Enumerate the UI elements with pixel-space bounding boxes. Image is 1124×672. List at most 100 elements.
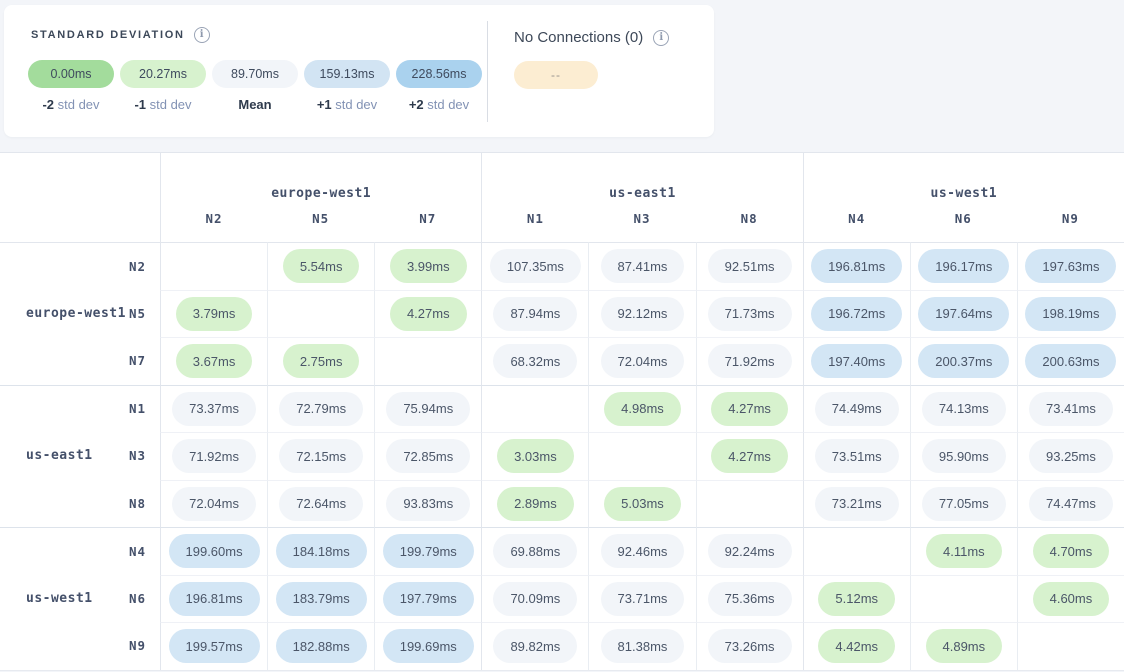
info-icon[interactable] xyxy=(653,30,669,46)
latency-pill[interactable]: 92.51ms xyxy=(708,249,792,283)
latency-pill[interactable]: 72.04ms xyxy=(601,344,685,378)
latency-pill[interactable]: 5.12ms xyxy=(818,582,895,616)
latency-pill[interactable]: 4.89ms xyxy=(926,629,1003,663)
latency-pill[interactable]: 196.81ms xyxy=(169,582,260,616)
latency-pill[interactable]: 73.71ms xyxy=(601,582,685,616)
latency-cell: 74.13ms xyxy=(910,385,1017,433)
latency-pill[interactable]: 92.12ms xyxy=(601,297,685,331)
region-row-label: europe-west1 xyxy=(26,306,126,321)
latency-pill[interactable]: 2.75ms xyxy=(283,344,360,378)
latency-pill[interactable]: 75.36ms xyxy=(708,582,792,616)
latency-pill[interactable]: 72.79ms xyxy=(279,392,363,426)
latency-pill[interactable]: 196.17ms xyxy=(918,249,1009,283)
latency-cell: 95.90ms xyxy=(910,432,1017,480)
latency-pill[interactable]: 200.37ms xyxy=(918,344,1009,378)
latency-pill[interactable]: 89.82ms xyxy=(493,629,577,663)
node-col-header: N7 xyxy=(374,211,481,242)
latency-pill[interactable]: 93.25ms xyxy=(1029,439,1113,473)
latency-pill[interactable]: 73.41ms xyxy=(1029,392,1113,426)
latency-cell xyxy=(374,337,481,385)
latency-pill[interactable]: 199.79ms xyxy=(383,534,474,568)
latency-pill[interactable]: 74.13ms xyxy=(922,392,1006,426)
latency-pill[interactable]: 72.64ms xyxy=(279,487,363,521)
latency-pill[interactable]: 200.63ms xyxy=(1025,344,1116,378)
latency-pill[interactable]: 4.42ms xyxy=(818,629,895,663)
latency-pill[interactable]: 92.46ms xyxy=(601,534,685,568)
latency-pill[interactable]: 92.24ms xyxy=(708,534,792,568)
latency-cell: 71.92ms xyxy=(160,432,267,480)
node-col-header: N8 xyxy=(696,211,803,242)
latency-pill[interactable]: 4.60ms xyxy=(1033,582,1110,616)
legend-label: -2 std dev xyxy=(28,97,114,112)
latency-pill[interactable]: 74.47ms xyxy=(1029,487,1113,521)
latency-pill[interactable]: 197.40ms xyxy=(811,344,902,378)
latency-pill[interactable]: 4.27ms xyxy=(711,439,788,473)
latency-pill[interactable]: 77.05ms xyxy=(922,487,1006,521)
latency-pill[interactable]: 197.64ms xyxy=(918,297,1009,331)
latency-pill[interactable]: 197.79ms xyxy=(383,582,474,616)
latency-pill[interactable]: 199.69ms xyxy=(383,629,474,663)
latency-pill[interactable]: 69.88ms xyxy=(493,534,577,568)
latency-pill[interactable]: 4.11ms xyxy=(926,534,1002,568)
latency-pill[interactable]: 3.99ms xyxy=(390,249,467,283)
node-col-header: N9 xyxy=(1017,211,1124,242)
latency-pill[interactable]: 183.79ms xyxy=(276,582,367,616)
latency-pill[interactable]: 182.88ms xyxy=(276,629,367,663)
latency-cell: 183.79ms xyxy=(267,575,374,623)
latency-pill[interactable]: 199.60ms xyxy=(169,534,260,568)
latency-pill[interactable]: 87.41ms xyxy=(601,249,685,283)
latency-pill[interactable]: 95.90ms xyxy=(922,439,1006,473)
row-label: europe-west1N5 xyxy=(0,290,160,338)
latency-cell: 4.98ms xyxy=(588,385,695,433)
latency-cell: 77.05ms xyxy=(910,480,1017,528)
latency-pill[interactable]: 72.85ms xyxy=(386,439,470,473)
latency-pill[interactable]: 3.79ms xyxy=(176,297,253,331)
node-row-label: N9 xyxy=(129,638,146,653)
info-icon[interactable] xyxy=(194,27,210,43)
latency-pill[interactable]: 4.27ms xyxy=(390,297,467,331)
row-label: us-east1N3 xyxy=(0,432,160,480)
latency-pill[interactable]: 71.73ms xyxy=(708,297,792,331)
latency-pill[interactable]: 5.54ms xyxy=(283,249,360,283)
latency-pill[interactable]: 93.83ms xyxy=(386,487,470,521)
latency-pill[interactable]: 73.51ms xyxy=(815,439,899,473)
latency-pill[interactable]: 4.70ms xyxy=(1033,534,1110,568)
latency-pill[interactable]: 72.04ms xyxy=(172,487,256,521)
latency-pill[interactable]: 107.35ms xyxy=(490,249,581,283)
latency-pill[interactable]: 68.32ms xyxy=(493,344,577,378)
latency-pill[interactable]: 73.21ms xyxy=(815,487,899,521)
latency-pill[interactable]: 2.89ms xyxy=(497,487,574,521)
latency-pill[interactable]: 73.37ms xyxy=(172,392,256,426)
latency-pill[interactable]: 3.03ms xyxy=(497,439,574,473)
latency-pill[interactable]: 74.49ms xyxy=(815,392,899,426)
latency-pill[interactable]: 199.57ms xyxy=(169,629,260,663)
latency-cell: 3.67ms xyxy=(160,337,267,385)
latency-pill[interactable]: 81.38ms xyxy=(601,629,685,663)
latency-pill[interactable]: 196.72ms xyxy=(811,297,902,331)
latency-pill[interactable]: 87.94ms xyxy=(493,297,577,331)
latency-pill[interactable]: 70.09ms xyxy=(493,582,577,616)
latency-cell: 107.35ms xyxy=(481,242,588,290)
latency-pill[interactable]: 184.18ms xyxy=(276,534,367,568)
row-label: N8 xyxy=(0,480,160,528)
latency-pill[interactable]: 4.27ms xyxy=(711,392,788,426)
latency-pill[interactable]: 197.63ms xyxy=(1025,249,1116,283)
node-col-header: N2 xyxy=(160,211,267,242)
latency-pill[interactable]: 71.92ms xyxy=(708,344,792,378)
latency-cell: 197.79ms xyxy=(374,575,481,623)
latency-cell: 73.37ms xyxy=(160,385,267,433)
latency-pill[interactable]: 4.98ms xyxy=(604,392,681,426)
latency-pill[interactable]: 3.67ms xyxy=(176,344,253,378)
latency-pill[interactable]: 198.19ms xyxy=(1025,297,1116,331)
latency-cell: 2.75ms xyxy=(267,337,374,385)
latency-pill[interactable]: 73.26ms xyxy=(708,629,792,663)
latency-pill[interactable]: 72.15ms xyxy=(279,439,363,473)
latency-pill[interactable]: 5.03ms xyxy=(604,487,681,521)
latency-pill[interactable]: 196.81ms xyxy=(811,249,902,283)
latency-pill[interactable]: 75.94ms xyxy=(386,392,470,426)
latency-cell: 5.03ms xyxy=(588,480,695,528)
row-label: N4 xyxy=(0,527,160,575)
latency-cell: 92.12ms xyxy=(588,290,695,338)
latency-cell: 199.69ms xyxy=(374,622,481,670)
latency-pill[interactable]: 71.92ms xyxy=(172,439,256,473)
